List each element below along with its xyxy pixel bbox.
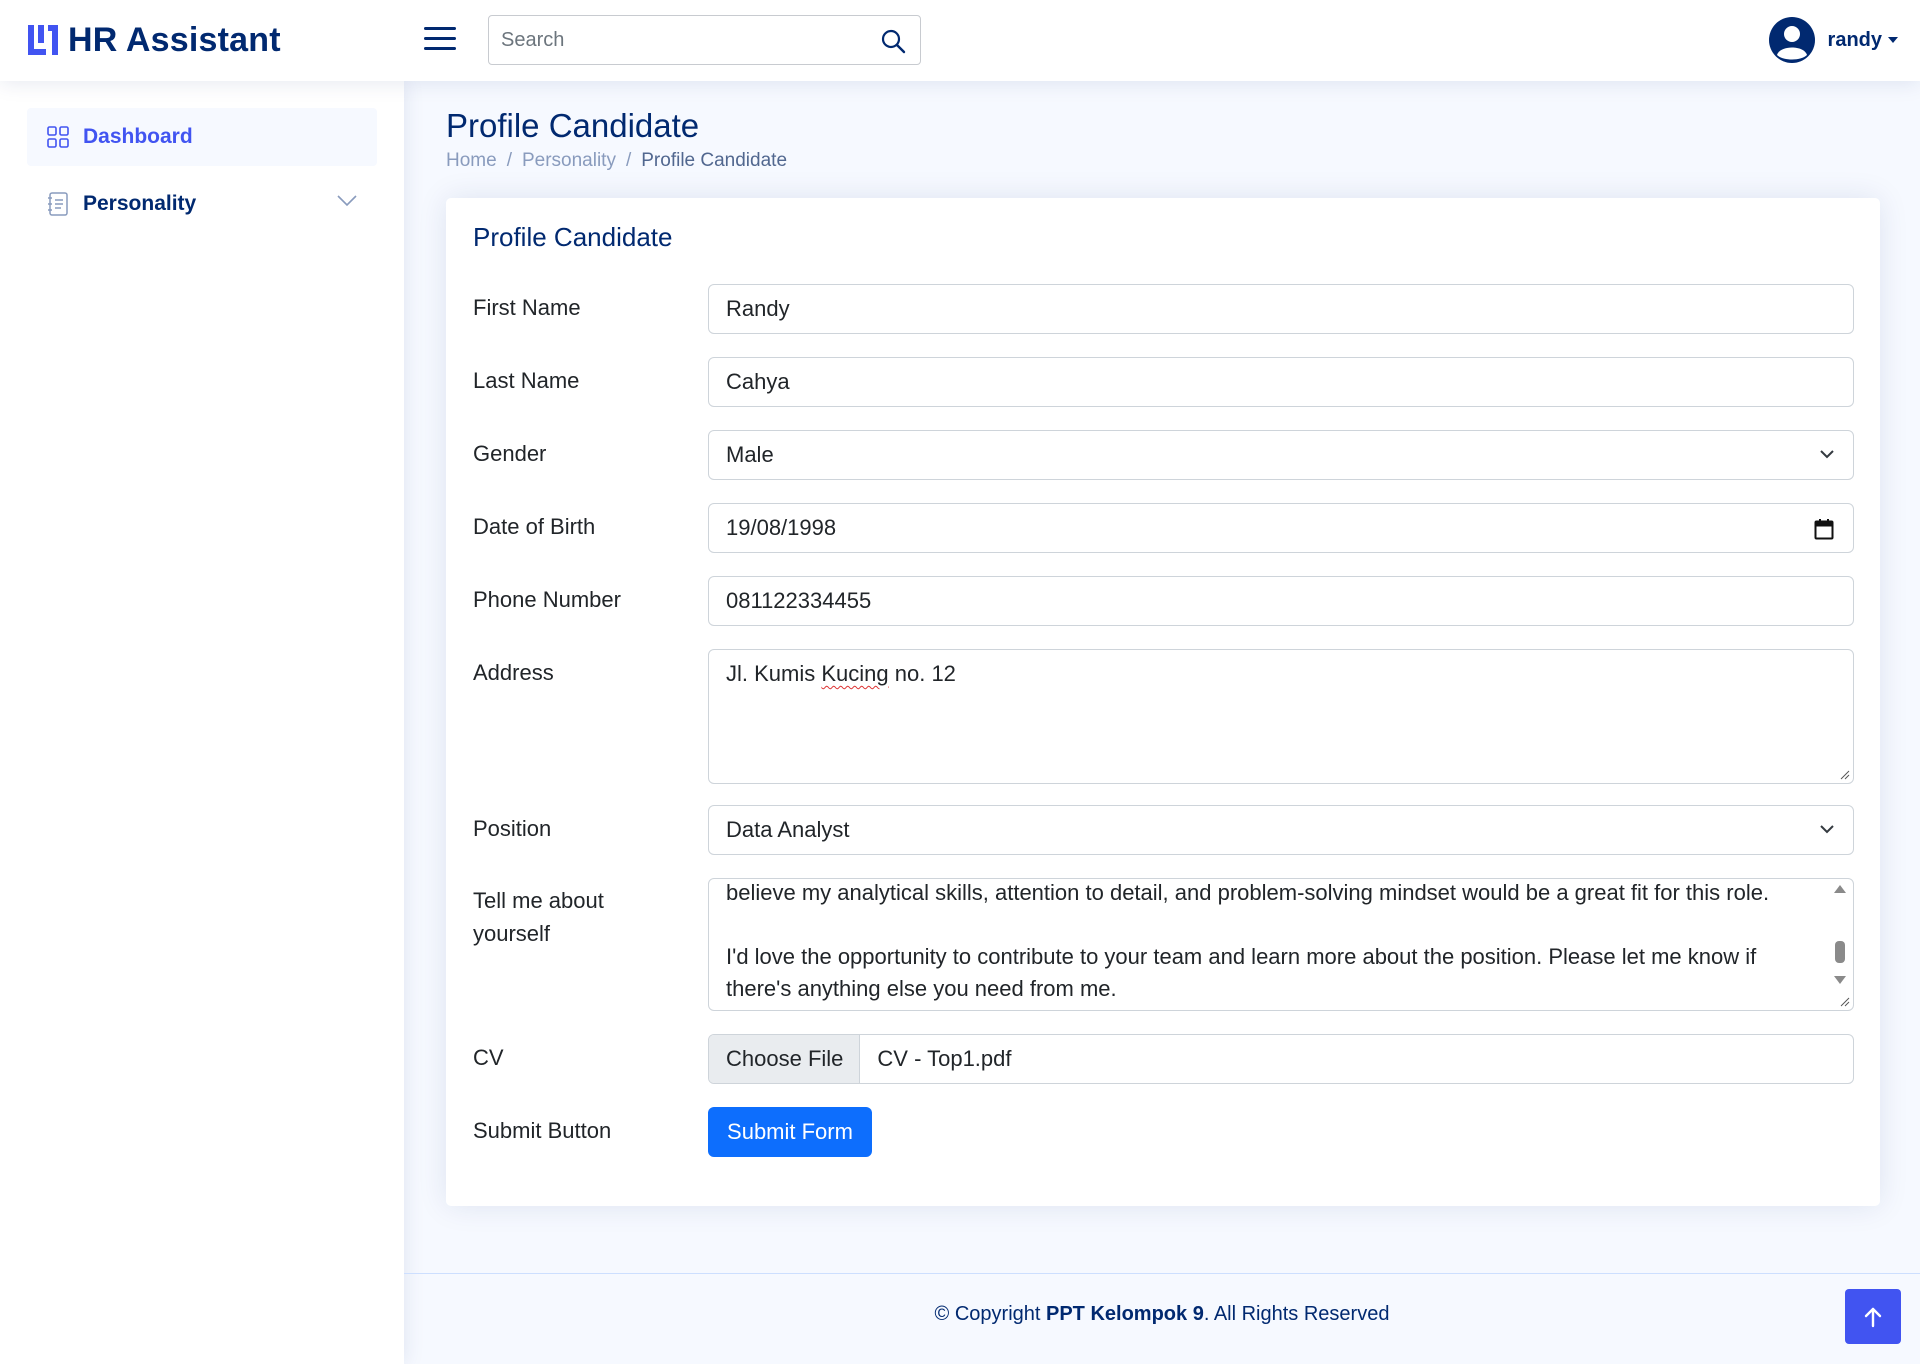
user-profile-menu[interactable]: randy (1768, 16, 1898, 64)
gender-label: Gender (473, 441, 547, 466)
phone-value: 081122334455 (726, 588, 872, 613)
choose-file-button[interactable]: Choose File (709, 1035, 861, 1083)
last-name-input[interactable]: Cahya (708, 357, 1854, 407)
address-textarea[interactable]: Jl. Kumis Kucing no. 12 (708, 649, 1854, 784)
app-title: HR Assistant (68, 20, 281, 59)
gender-value: Male (726, 442, 774, 467)
dob-label: Date of Birth (473, 514, 596, 539)
about-text-line: believe my analytical skills, attention … (726, 880, 1770, 905)
sidebar-item-label: Dashboard (83, 125, 193, 148)
back-to-top-button[interactable] (1845, 1289, 1901, 1344)
search-icon[interactable] (880, 28, 906, 54)
footer: © Copyright PPT Kelompok 9. All Rights R… (404, 1303, 1920, 1326)
breadcrumb-separator: / (625, 150, 632, 171)
avatar (1768, 17, 1815, 63)
logo-icon (28, 25, 58, 55)
first-name-input[interactable]: Randy (708, 284, 1854, 334)
chevron-down-icon (1820, 825, 1834, 834)
app-logo[interactable]: HR Assistant (26, 20, 281, 60)
address-label: Address (473, 660, 554, 685)
grid-icon (47, 126, 69, 148)
breadcrumb-current: Profile Candidate (641, 150, 788, 171)
position-label: Position (473, 816, 552, 841)
phone-input[interactable]: 081122334455 (708, 576, 1854, 626)
breadcrumb-separator: / (506, 150, 512, 171)
profile-form-card: Profile Candidate First Name Randy Last … (446, 198, 1880, 1206)
position-value: Data Analyst (726, 817, 850, 842)
card-title: Profile Candidate (473, 222, 673, 252)
sidebar-item-label: Personality (83, 192, 197, 215)
first-name-label: First Name (473, 295, 581, 320)
footer-org: PPT Kelompok 9 (1046, 1303, 1204, 1325)
dob-value: 19/08/1998 (726, 515, 837, 540)
breadcrumb: Home / Personality / Profile Candidate (446, 150, 787, 172)
chevron-down-icon (1888, 37, 1898, 43)
page-title: Profile Candidate (446, 107, 700, 144)
footer-text: . All Rights Reserved (1203, 1303, 1390, 1325)
journal-text-icon (48, 192, 68, 216)
chevron-down-icon (1820, 450, 1834, 459)
last-name-value: Cahya (726, 369, 790, 394)
arrow-up-icon (1864, 1307, 1882, 1327)
resize-handle-icon[interactable] (1838, 768, 1850, 780)
footer-divider (404, 1273, 1920, 1274)
address-value-part: Jl. Kumis (726, 661, 822, 686)
cv-label: CV (473, 1045, 504, 1070)
top-header: HR Assistant randy (0, 0, 1920, 81)
search-input[interactable] (489, 16, 869, 64)
submit-form-button[interactable]: Submit Form (708, 1107, 872, 1157)
breadcrumb-personality[interactable]: Personality (522, 150, 616, 172)
address-value-part: no. 12 (888, 661, 956, 686)
hamburger-menu-icon[interactable] (424, 24, 456, 54)
first-name-value: Randy (726, 296, 790, 321)
calendar-icon[interactable] (1814, 518, 1834, 540)
footer-text: © Copyright (934, 1303, 1046, 1325)
gender-select[interactable]: Male (708, 430, 1854, 480)
phone-label: Phone Number (473, 587, 621, 612)
about-textarea[interactable]: believe my analytical skills, attention … (708, 878, 1854, 1011)
scrollbar[interactable] (1833, 883, 1847, 1007)
submit-label: Submit Button (473, 1118, 612, 1143)
breadcrumb-home[interactable]: Home (446, 150, 497, 172)
sidebar-item-personality[interactable]: Personality (27, 175, 377, 233)
search-bar (488, 15, 921, 65)
chevron-down-icon (337, 195, 357, 207)
resize-handle-icon[interactable] (1838, 995, 1850, 1007)
last-name-label: Last Name (473, 368, 580, 393)
about-text-line: I'd love the opportunity to contribute t… (726, 944, 1757, 1001)
cv-file-name: CV - Top1.pdf (877, 1046, 1012, 1071)
misspelled-word: Kucing (821, 661, 889, 686)
user-name: randy (1827, 28, 1882, 51)
sidebar: Dashboard Personality (0, 81, 404, 1364)
dob-input[interactable]: 19/08/1998 (708, 503, 1854, 553)
position-select[interactable]: Data Analyst (708, 805, 1854, 855)
about-label: Tell me about yourself (473, 888, 604, 946)
cv-file-input[interactable]: Choose File CV - Top1.pdf (708, 1034, 1854, 1084)
sidebar-item-dashboard[interactable]: Dashboard (27, 108, 377, 166)
